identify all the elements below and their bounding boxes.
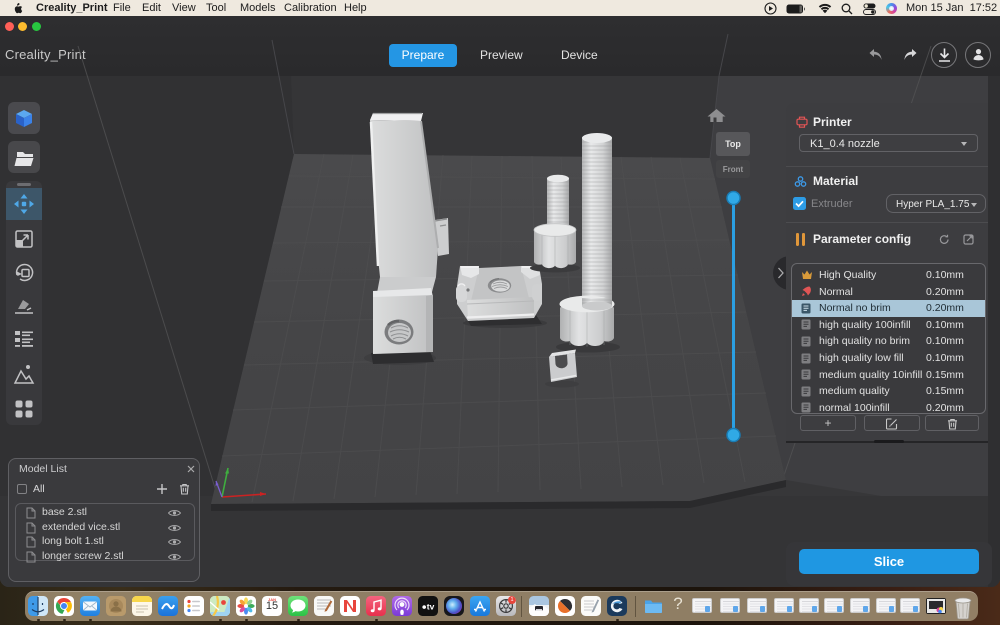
svg-text:●tv: ●tv <box>422 602 435 612</box>
svg-text:Front: Front <box>723 165 744 174</box>
svg-text:Top: Top <box>725 139 741 149</box>
